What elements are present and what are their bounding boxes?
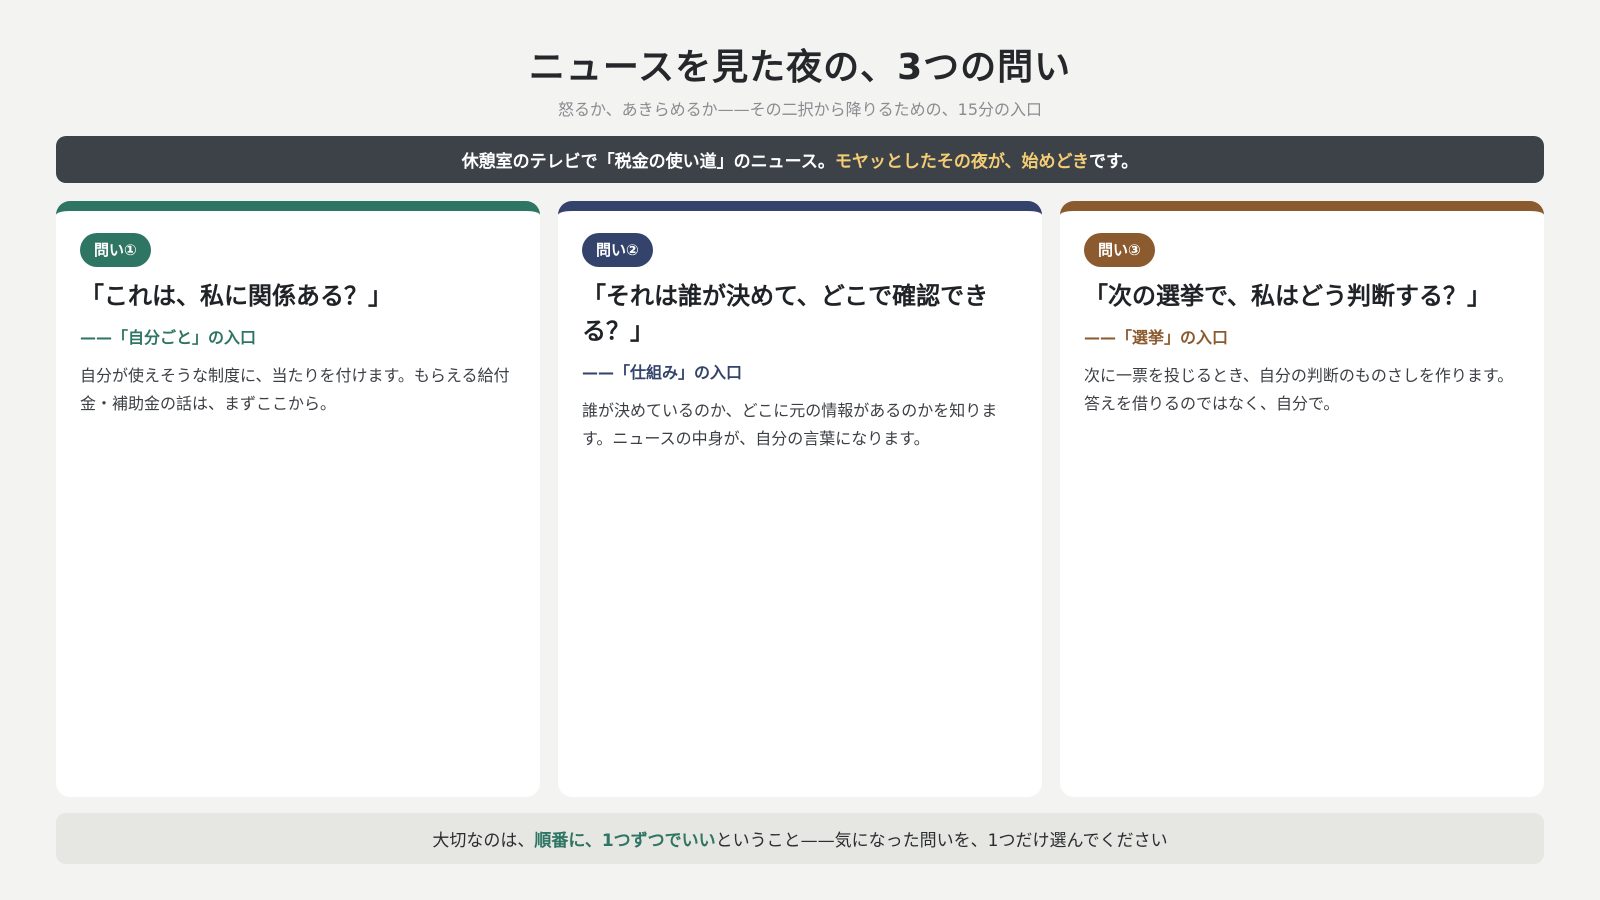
question-heading: 「次の選挙で、私はどう判断する？」 xyxy=(1084,282,1492,310)
question-badge: 問い② xyxy=(582,233,653,267)
footer-note: 大切なのは、 順番に、1つずつでいい ということ——気になった問いを、1つだけ選んで… xyxy=(56,813,1544,864)
banner-highlight: モヤッとしたその夜が、始めどき xyxy=(834,152,1089,172)
banner-text: 休憩室のテレビで「税金の使い道」のニュース。 xyxy=(461,152,835,172)
footer-text-end: ということ——気になった問いを、1つだけ選んでください xyxy=(715,831,1168,851)
banner-text-end: です。 xyxy=(1089,152,1139,172)
question-badge: 問い① xyxy=(80,233,151,267)
question-entry: ——「仕組み」の入口 xyxy=(582,363,743,382)
question-description: 自分が使えそうな制度に、当たりを付けます。もらえる給付金・補助金の話は、まずここ… xyxy=(80,366,510,413)
question-badge: 問い③ xyxy=(1084,233,1155,267)
footer-highlight: 順番に、1つずつでいい xyxy=(534,831,716,851)
intro-banner: 休憩室のテレビで「税金の使い道」のニュース。 モヤッとしたその夜が、始めどき です。 xyxy=(56,136,1544,183)
question-card-2[interactable]: 問い② 「それは誰が決めて、どこで確認できる？」 ——「仕組み」の入口 誰が決め… xyxy=(558,201,1042,797)
page-subtitle: 怒るか、あきらめるか——その二択から降りるための、15分の入口 xyxy=(557,100,1043,119)
question-card-3[interactable]: 問い③ 「次の選挙で、私はどう判断する？」 ——「選挙」の入口 次に一票を投じる… xyxy=(1060,201,1544,797)
question-heading: 「これは、私に関係ある？」 xyxy=(80,282,392,310)
question-heading: 「それは誰が決めて、どこで確認できる？」 xyxy=(582,282,989,345)
footer-text: 大切なのは、 xyxy=(432,831,535,851)
page: ニュースを見た夜の、3つの問い 怒るか、あきらめるか——その二択から降りるための… xyxy=(0,0,1600,900)
question-entry: ——「選挙」の入口 xyxy=(1084,328,1229,347)
page-title: ニュースを見た夜の、3つの問い xyxy=(528,47,1072,88)
question-description: 誰が決めているのか、どこに元の情報があるのかを知ります。ニュースの中身が、自分の… xyxy=(582,401,998,448)
question-entry: ——「自分ごと」の入口 xyxy=(80,328,257,347)
question-cards: 問い① 「これは、私に関係ある？」 ——「自分ごと」の入口 自分が使えそうな制度… xyxy=(56,201,1544,797)
question-card-1[interactable]: 問い① 「これは、私に関係ある？」 ——「自分ごと」の入口 自分が使えそうな制度… xyxy=(56,201,540,797)
question-description: 次に一票を投じるとき、自分の判断のものさしを作ります。答えを借りるのではなく、自… xyxy=(1084,366,1514,413)
